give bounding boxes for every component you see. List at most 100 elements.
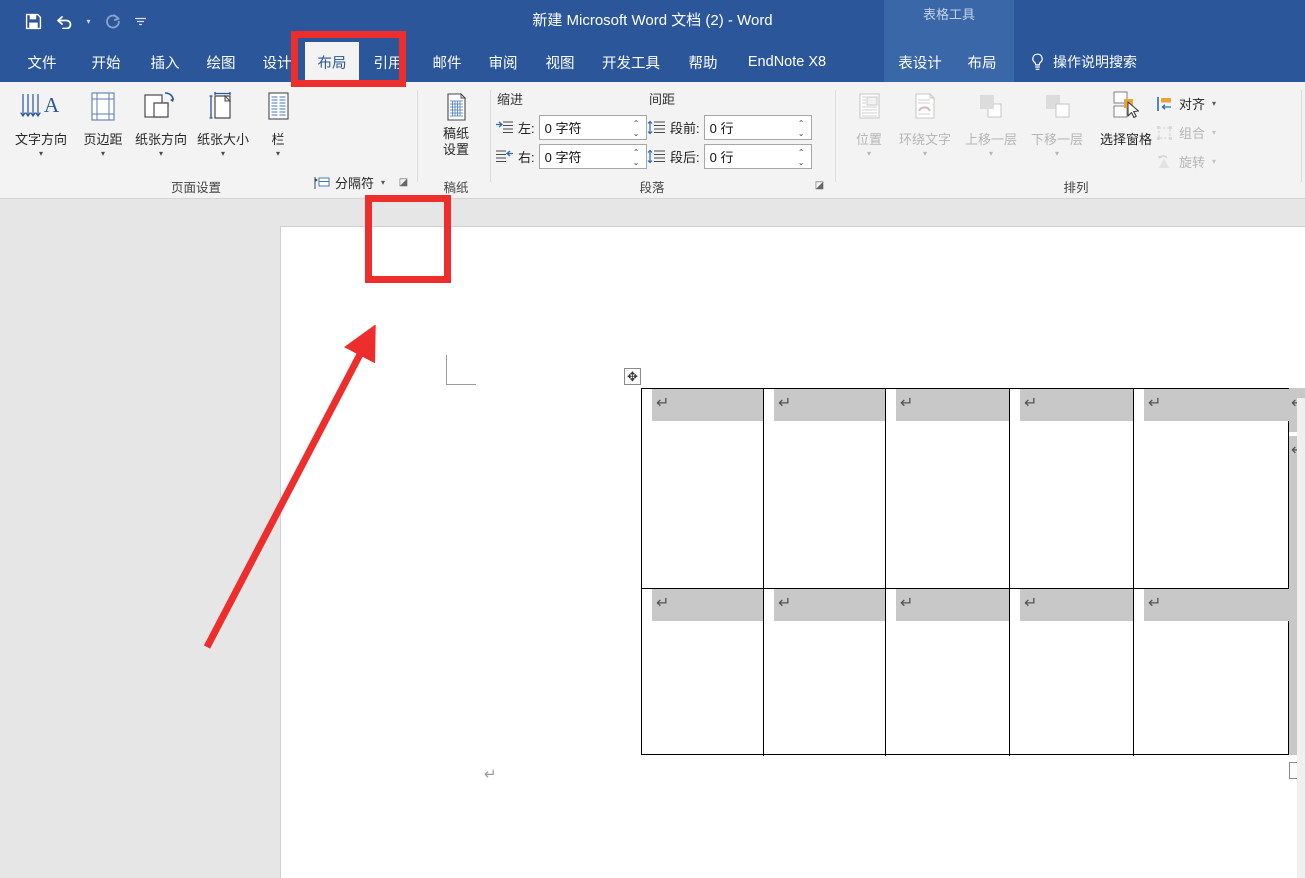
indent-right-spinner[interactable]: ⌃ ⌄ [630, 145, 643, 170]
columns-button[interactable]: 栏 ▾ [254, 86, 302, 164]
chevron-down-icon[interactable]: ▾ [1212, 99, 1216, 108]
table-cell[interactable]: ↵ [1134, 589, 1290, 756]
tab-endnote[interactable]: EndNote X8 [732, 42, 842, 82]
cell-return-mark: ↵ [1024, 593, 1038, 612]
indent-left-input[interactable]: 0 字符 ⌃ ⌄ [538, 115, 647, 141]
page-setup-dialog-launcher[interactable]: ◪ [396, 175, 411, 190]
undo-dropdown-icon[interactable]: ▾ [82, 6, 95, 36]
margins-button[interactable]: 页边距 ▾ [72, 86, 134, 164]
document-table[interactable]: ↵ ↵ ↵ ↵ ↵ ↵ ↵ ↵ ↵ ↵ [641, 388, 1290, 756]
paragraph-dialog-launcher[interactable]: ◪ [812, 178, 827, 193]
tab-table-layout[interactable]: 布局 [956, 42, 1008, 82]
document-page[interactable]: ✥ ↵ ↵ ↵ ↵ ↵ ↵ ↵ ↵ ↵ ↵ ↵ [280, 226, 1305, 878]
group-separator [490, 90, 491, 182]
cell-return-mark: ↵ [778, 393, 792, 412]
chevron-down-icon[interactable]: ▾ [1055, 149, 1059, 158]
align-button[interactable]: 对齐 ▾ [1156, 91, 1216, 116]
spacing-after-row: 段后: 0 行 ⌃ ⌄ [647, 144, 812, 169]
table-move-handle-icon[interactable]: ✥ [624, 368, 641, 385]
tab-home[interactable]: 开始 [78, 42, 134, 82]
tab-table-design[interactable]: 表设计 [890, 42, 950, 82]
group-button[interactable]: 组合 ▾ [1156, 120, 1216, 145]
chevron-down-icon[interactable]: ▾ [989, 149, 993, 158]
chevron-down-icon[interactable]: ▾ [276, 149, 280, 158]
tab-file[interactable]: 文件 [14, 42, 70, 82]
table-cell[interactable]: ↵ [886, 389, 1010, 588]
tab-insert[interactable]: 插入 [137, 42, 193, 82]
position-icon [854, 86, 884, 126]
chevron-down-icon[interactable]: ▾ [1212, 157, 1216, 166]
send-backward-button[interactable]: 下移一层 ▾ [1026, 86, 1088, 164]
wrap-text-label: 环绕文字 [898, 132, 951, 147]
spacing-before-spinner[interactable]: ⌃ ⌄ [795, 116, 808, 141]
tab-mailings[interactable]: 邮件 [419, 42, 475, 82]
spacing-before-input[interactable]: 0 行 ⌃ ⌄ [703, 115, 812, 141]
window-title: 新建 Microsoft Word 文档 (2) - Word [532, 12, 773, 29]
tab-developer[interactable]: 开发工具 [589, 42, 673, 82]
spacing-after-input[interactable]: 0 行 ⌃ ⌄ [703, 144, 812, 170]
chevron-down-icon[interactable]: ▾ [101, 149, 105, 158]
wrap-text-button[interactable]: 环绕文字 ▾ [894, 86, 956, 164]
vertical-scrollbar[interactable] [1297, 398, 1305, 878]
indent-right-input[interactable]: 0 字符 ⌃ ⌄ [538, 144, 647, 170]
chevron-down-icon[interactable]: ▾ [39, 149, 43, 158]
ribbon: A 文字方向 ▾ 页边距 ▾ 纸张方向 ▾ 纸张大小 ▾ 栏 ▾ 分隔符 ▾ ◪… [0, 82, 1305, 247]
group-label: 组合 [1179, 126, 1206, 141]
tab-review[interactable]: 审阅 [475, 42, 531, 82]
table-cell[interactable]: ↵ [1010, 589, 1134, 756]
table-row[interactable]: ↵ ↵ ↵ ↵ ↵ [642, 389, 1290, 589]
indent-right-icon [495, 148, 514, 165]
spacing-after-icon [647, 148, 666, 165]
grid-paper-icon [440, 86, 472, 126]
tell-me-search[interactable]: 操作说明搜索 [1030, 42, 1137, 82]
orientation-button[interactable]: 纸张方向 ▾ [130, 86, 192, 164]
table-cell[interactable]: ↵ [1010, 389, 1134, 588]
cell-return-mark: ↵ [900, 393, 914, 412]
chevron-down-icon[interactable]: ▾ [159, 149, 163, 158]
indent-left-label: 左: [518, 121, 535, 136]
indent-right-value: 0 字符 [544, 150, 582, 165]
tab-view[interactable]: 视图 [532, 42, 588, 82]
manuscript-settings-button[interactable]: 稿纸 设置 [426, 86, 486, 164]
align-label: 对齐 [1179, 97, 1206, 112]
table-cell[interactable]: ↵ [764, 589, 886, 756]
cell-first-line-shading [1144, 589, 1290, 621]
text-direction-button[interactable]: A 文字方向 ▾ [10, 86, 72, 164]
chevron-down-icon[interactable]: ▾ [923, 149, 927, 158]
spacing-after-spinner[interactable]: ⌃ ⌄ [795, 145, 808, 170]
chevron-down-icon[interactable]: ▾ [1212, 128, 1216, 137]
table-row[interactable]: ↵ ↵ ↵ ↵ ↵ [642, 589, 1290, 756]
table-cell[interactable]: ↵ [1134, 389, 1290, 588]
tell-me-label: 操作说明搜索 [1053, 54, 1137, 70]
group-label-paragraph: 段落 [639, 181, 665, 195]
send-backward-label: 下移一层 [1030, 132, 1083, 147]
spacing-before-icon [647, 119, 666, 136]
table-cell[interactable]: ↵ [886, 589, 1010, 756]
rotate-button[interactable]: 旋转 ▾ [1156, 149, 1216, 174]
paper-size-button[interactable]: 纸张大小 ▾ [192, 86, 254, 164]
highlight-rect-layout-tab [291, 31, 406, 87]
redo-icon[interactable] [97, 6, 127, 36]
save-icon[interactable] [18, 6, 48, 36]
chevron-down-icon[interactable]: ▾ [221, 149, 225, 158]
undo-icon[interactable] [50, 6, 80, 36]
ribbon-group-manuscript: 稿纸 设置 稿纸 [424, 82, 491, 199]
cell-return-mark: ↵ [656, 393, 670, 412]
align-icon [1156, 95, 1174, 113]
tab-draw[interactable]: 绘图 [193, 42, 249, 82]
position-button[interactable]: 位置 ▾ [838, 86, 900, 164]
table-cell[interactable]: ↵ [764, 389, 886, 588]
text-direction-label: 文字方向 [14, 132, 67, 147]
table-cell[interactable]: ↵ [642, 389, 764, 588]
columns-label: 栏 [271, 132, 285, 147]
indent-left-icon [495, 119, 514, 136]
group-label-page-setup: 页面设置 [170, 181, 221, 195]
tab-help[interactable]: 帮助 [676, 42, 730, 82]
customize-qat-icon[interactable] [129, 6, 151, 36]
chevron-down-icon[interactable]: ▾ [867, 149, 871, 158]
indent-left-spinner[interactable]: ⌃ ⌄ [630, 116, 643, 141]
cell-first-line-shading [1144, 389, 1290, 421]
table-cell[interactable]: ↵ [642, 589, 764, 756]
bring-forward-button[interactable]: 上移一层 ▾ [960, 86, 1022, 164]
bring-forward-label: 上移一层 [964, 132, 1017, 147]
